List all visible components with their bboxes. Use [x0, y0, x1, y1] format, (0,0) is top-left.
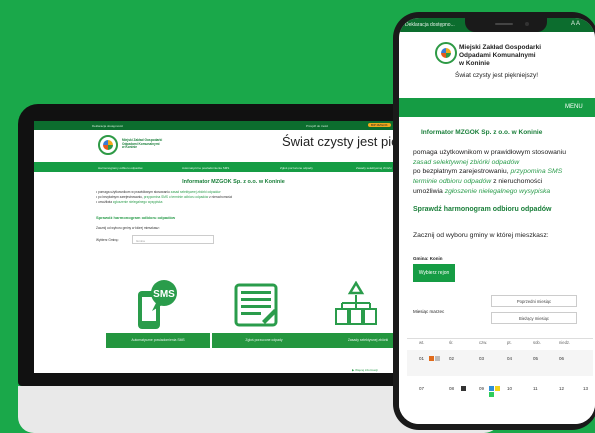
waste-marker-icon [461, 386, 466, 391]
waste-marker-icon [429, 356, 434, 361]
weekday-header: wt. [419, 340, 425, 345]
phone-logo-icon[interactable] [435, 42, 457, 64]
recycle-bins-icon [332, 280, 380, 327]
phone-intro-text: pomaga użytkownikom w prawidłowym stosow… [413, 148, 566, 197]
accessibility-link[interactable]: Deklaracja dostępności [92, 124, 123, 128]
page-title: Informator MZGOK Sp. z o.o. w Koninie [182, 179, 285, 185]
calendar-day[interactable]: 05 [533, 356, 538, 361]
calendar-day[interactable]: 10 [507, 386, 512, 391]
calendar-day[interactable]: 04 [507, 356, 512, 361]
calendar-day[interactable]: 12 [559, 386, 564, 391]
laptop-main-nav: Harmonogramy odbioru odpadów Automatyczn… [34, 162, 433, 172]
calendar-day[interactable]: 06 [559, 356, 564, 361]
weekday-header: czw. [479, 340, 488, 345]
phone-schedule-heading: Sprawdź harmonogram odbioru odpadów [413, 206, 552, 213]
phone-notch [465, 18, 547, 32]
schedule-heading: Sprawdź harmonogram odbioru odpadów [96, 215, 176, 220]
nav-item-sorting-rules[interactable]: Zasady selektywnej zbiórki [356, 166, 392, 170]
org-name: Miejski Zakład Gospodarki Odpadami Komun… [122, 138, 163, 150]
sorting-rules-link[interactable]: zasad selektywnej zbiórki odpadów [171, 190, 221, 194]
camera-icon [525, 22, 529, 26]
waste-marker-icon [489, 392, 494, 397]
list-item: terminie odbioru odpadów z nieruchomości [413, 178, 543, 186]
svg-text:SMS: SMS [153, 289, 175, 300]
choose-municipality-text: Zacznij od wyboru gminy w której mieszka… [96, 226, 160, 230]
nav-item-schedules[interactable]: Harmonogramy odbioru odpadów [98, 166, 143, 170]
municipality-select[interactable]: Gmina [132, 235, 214, 244]
nav-item-report[interactable]: Zgłoś porzucone odpady [280, 166, 313, 170]
bip-button[interactable]: BIP MZGOK [368, 123, 391, 127]
current-month-button[interactable]: Bieżący miesiąc [491, 312, 577, 324]
list-item: po bezpłatnym zarejestrowaniu, przypomin… [413, 168, 563, 176]
weekday-header: śr. [449, 340, 454, 345]
calendar-day[interactable]: 08 [449, 386, 454, 391]
sms-icon: SMS [134, 279, 182, 331]
phone-sms-link[interactable]: przypomina SMS [510, 168, 562, 175]
month-label: Miesiąc marzec [413, 309, 445, 314]
calendar-day[interactable]: 02 [449, 356, 454, 361]
phone-org-name: Miejski Zakład Gospodarki Odpadami Komun… [459, 44, 541, 67]
choose-region-button[interactable]: Wybierz rejon [413, 264, 455, 282]
sms-notifications-button[interactable]: Automatyczne powiadomienia SMS [106, 333, 210, 348]
weekday-header: sob. [533, 340, 541, 345]
prev-month-button[interactable]: Poprzedni miesiąc [491, 295, 577, 307]
more-info-link[interactable]: ▶ Więcej informacji [352, 368, 378, 372]
list-item: umożliwia zgłoszenie nielegalnego wysypi… [413, 187, 551, 195]
laptop-screen: Deklaracja dostępności Przejdź do treści… [34, 121, 433, 373]
calendar-day[interactable]: 03 [479, 356, 484, 361]
logo-icon[interactable] [98, 135, 118, 155]
calendar-day[interactable]: 01 [419, 356, 424, 361]
calendar-day[interactable]: 11 [533, 386, 538, 391]
list-item: zasad selektywnej zbiórki odpadów [413, 158, 566, 168]
laptop-topbar: Deklaracja dostępności Przejdź do treści… [34, 121, 433, 130]
skip-to-content-link[interactable]: Przejdź do treści [306, 124, 328, 128]
phone-slogan: Świat czysty jest piękniejszy! [455, 72, 539, 79]
calendar-day[interactable]: 07 [419, 386, 424, 391]
report-icon [232, 281, 280, 327]
nav-item-sms[interactable]: Automatyczne powiadomienia SMS [182, 166, 229, 170]
intro-list: • pomaga użytkownikom w prawidłowym stos… [96, 190, 232, 205]
list-item: pomaga użytkownikom w prawidłowym stosow… [413, 149, 566, 156]
waste-marker-icon [489, 386, 494, 391]
phone-sorting-rules-link[interactable]: zasad selektywnej zbiórki odpadów [413, 159, 519, 166]
sms-reminder-link[interactable]: przypomina SMS o terminie odbioru odpadó… [144, 195, 209, 199]
phone-menu-bar: MENU [399, 98, 595, 117]
calendar: wt. śr. czw. pt. sob. niedz. 01 02 03 04… [399, 334, 595, 424]
report-dump-link[interactable]: zgłoszenie nielegalnego wysypiska [113, 200, 162, 204]
calendar-day[interactable]: 09 [479, 386, 484, 391]
phone-page-title: Informator MZGOK Sp. z o.o. w Koninie [421, 129, 543, 136]
weekday-header: pt. [507, 340, 512, 345]
waste-marker-icon [435, 356, 440, 361]
phone-choose-text: Zacznij od wyboru gminy w której mieszka… [413, 232, 549, 239]
font-size-icon[interactable]: A A [571, 21, 580, 27]
weekday-header: niedz. [559, 340, 571, 345]
phone-accessibility-link[interactable]: Deklaracja dostępno... [405, 22, 455, 28]
report-dump-button[interactable]: Zgłoś porzucone odpady [212, 333, 316, 348]
waste-marker-icon [495, 386, 500, 391]
menu-button[interactable]: MENU [565, 104, 583, 110]
phone-screen: Deklaracja dostępno... A A Miejski Zakła… [399, 18, 595, 424]
list-item: • umożliwia zgłoszenie nielegalnego wysy… [96, 200, 163, 204]
calendar-day[interactable]: 13 [583, 386, 588, 391]
phone-report-dump-link[interactable]: zgłoszenie nielegalnego wysypiska [445, 188, 550, 195]
municipality-label: Wybierz Gminę: [96, 238, 119, 242]
gmina-label: Gmina: Konin [413, 256, 443, 261]
